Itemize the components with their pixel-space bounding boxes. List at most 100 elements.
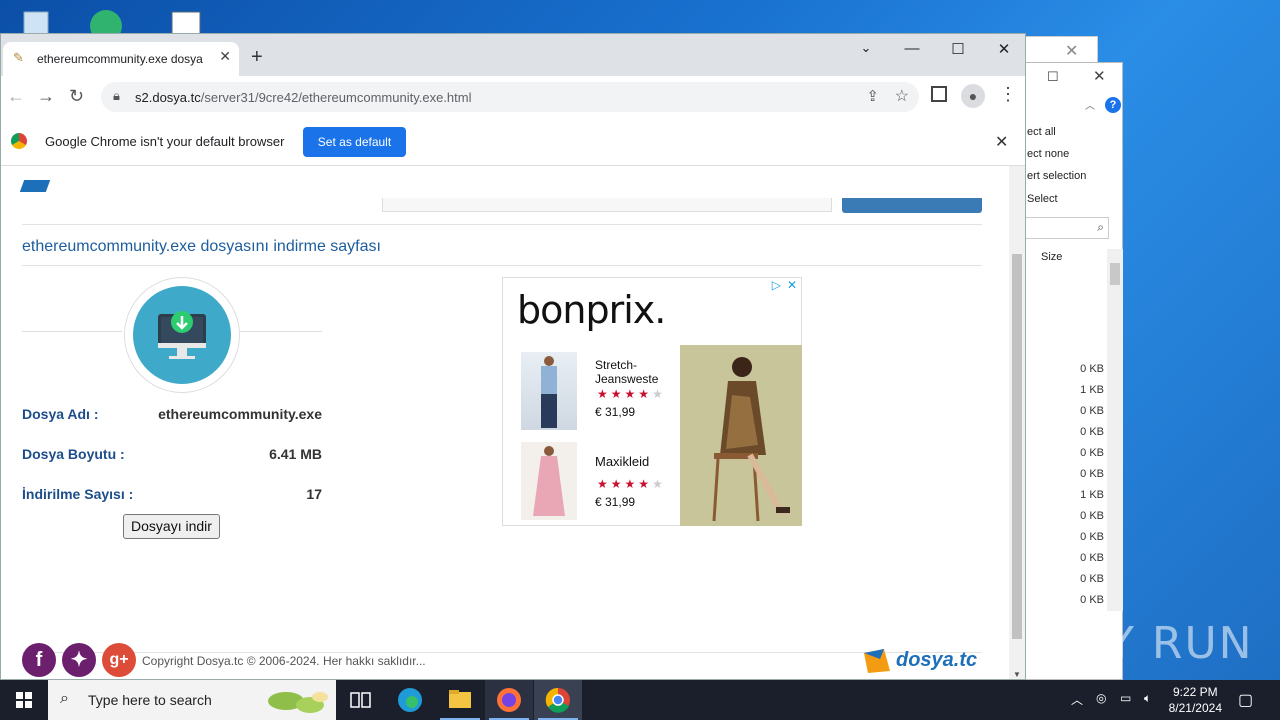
tab-search-icon[interactable]: ⌄ bbox=[843, 40, 889, 56]
reload-icon[interactable]: ↻ bbox=[69, 86, 84, 107]
profile-icon[interactable]: ● bbox=[961, 84, 985, 108]
firefox-icon[interactable] bbox=[485, 680, 533, 720]
tab-active[interactable]: ✎ ethereumcommunity.exe dosya ✕ bbox=[3, 42, 239, 76]
page-scrollbar[interactable]: ▼ bbox=[1009, 166, 1025, 679]
search-placeholder: Type here to search bbox=[88, 692, 212, 708]
task-view-icon[interactable] bbox=[336, 680, 384, 720]
close-icon[interactable]: ✕ bbox=[1065, 41, 1078, 61]
product-price: € 31,99 bbox=[595, 405, 636, 419]
close-tab-icon[interactable]: ✕ bbox=[219, 48, 231, 65]
product-name: Stretch- Jeansweste bbox=[595, 358, 659, 386]
maximize-button[interactable]: ☐ bbox=[935, 40, 981, 58]
rating-stars: ★ ★ ★ ★ ★ bbox=[597, 477, 666, 491]
chrome-taskbar-icon[interactable] bbox=[534, 680, 582, 720]
adchoices-icon[interactable]: ▷ bbox=[772, 278, 781, 292]
url-text[interactable]: s2.dosya.tc/server31/9cre42/ethereumcomm… bbox=[135, 90, 471, 105]
rating-stars: ★ ★ ★ ★ ★ bbox=[597, 387, 666, 401]
file-name-label: Dosya Adı : bbox=[22, 406, 99, 422]
explorer-window: ☐ ✕ ︿ ? ect all ect none ert selection S… bbox=[1020, 62, 1123, 680]
document-desktop-icon[interactable] bbox=[168, 4, 204, 35]
menu-select-none[interactable]: ect none bbox=[1027, 148, 1069, 160]
file-size-cell: 0 KB bbox=[1080, 426, 1104, 438]
bookmark-star-icon[interactable]: ☆ bbox=[895, 86, 909, 106]
ad-model-image[interactable] bbox=[680, 345, 802, 526]
page-content: ethereumcommunity.exe dosyasını indirme … bbox=[11, 166, 993, 674]
site-logo[interactable] bbox=[19, 180, 51, 192]
product-name: Maxikleid bbox=[595, 454, 650, 469]
product-image[interactable] bbox=[521, 352, 577, 430]
default-browser-infobar: Google Chrome isn't your default browser… bbox=[1, 118, 1025, 166]
ad-banner[interactable]: ▷ ✕ bonprix. Stretch- Jeansweste ★ ★ ★ ★ ★ € … bbox=[502, 277, 802, 526]
favicon-icon: ✎ bbox=[13, 50, 24, 65]
site-login-button[interactable] bbox=[842, 198, 982, 213]
copyright: Copyright Dosya.tc © 2006-2024. Her hakk… bbox=[142, 654, 426, 668]
file-size-value: 6.41 MB bbox=[269, 446, 322, 462]
scroll-thumb[interactable] bbox=[1110, 263, 1120, 285]
close-icon[interactable]: ✕ bbox=[1093, 67, 1106, 85]
chevron-up-icon[interactable]: ︿ bbox=[1071, 691, 1083, 708]
edge-icon[interactable] bbox=[386, 680, 434, 720]
file-size-cell: 0 KB bbox=[1080, 363, 1104, 375]
download-count-value: 17 bbox=[306, 486, 322, 502]
download-file-button[interactable]: Dosyayı indir bbox=[123, 514, 220, 539]
search-input[interactable]: ⌕ bbox=[1025, 217, 1109, 239]
star-icon: ★ bbox=[610, 387, 622, 401]
file-size-cell: 0 KB bbox=[1080, 468, 1104, 480]
menu-invert-selection[interactable]: ert selection bbox=[1027, 170, 1086, 182]
column-header-size[interactable]: Size bbox=[1041, 251, 1062, 263]
minimize-button[interactable]: — bbox=[889, 40, 935, 57]
scrollbar[interactable] bbox=[1107, 249, 1123, 611]
network-icon[interactable]: ▭ bbox=[1120, 691, 1131, 705]
tab-title: ethereumcommunity.exe dosya bbox=[37, 52, 203, 66]
star-icon: ★ bbox=[597, 477, 608, 491]
googleplus-icon[interactable]: g+ bbox=[102, 643, 136, 677]
clock-time: 9:22 PM bbox=[1172, 685, 1218, 699]
menu-select-all[interactable]: ect all bbox=[1027, 126, 1056, 138]
footer: f ✦ g+ Copyright Dosya.tc © 2006-2024. H… bbox=[11, 625, 993, 677]
close-infobar-icon[interactable]: ✕ bbox=[995, 132, 1008, 152]
clock[interactable]: 9:22 PM 8/21/2024 bbox=[1169, 684, 1222, 716]
meet-now-icon[interactable]: ◎ bbox=[1096, 691, 1106, 705]
menu-select: Select bbox=[1027, 193, 1058, 205]
divider bbox=[22, 265, 982, 266]
ad-brand: bonprix. bbox=[517, 288, 666, 332]
forward-icon[interactable]: → bbox=[37, 86, 55, 107]
start-button[interactable] bbox=[0, 680, 48, 720]
notification-icon[interactable]: ▢ bbox=[1238, 690, 1253, 710]
back-icon[interactable]: ← bbox=[7, 86, 25, 107]
chevron-up-icon[interactable]: ︿ bbox=[1085, 97, 1095, 112]
volume-icon[interactable]: 🔈︎ bbox=[1144, 691, 1151, 706]
star-icon: ★ bbox=[652, 387, 663, 401]
footer-logo[interactable]: dosya.tc bbox=[862, 645, 982, 675]
page-title: ethereumcommunity.exe dosyasını indirme … bbox=[22, 238, 381, 255]
search-icon: ⌕ bbox=[60, 690, 69, 707]
scroll-down-icon[interactable]: ▼ bbox=[1013, 670, 1021, 679]
side-panel-icon[interactable] bbox=[931, 86, 947, 102]
help-icon[interactable]: ? bbox=[1105, 97, 1121, 113]
new-tab-button[interactable]: + bbox=[251, 46, 263, 69]
file-explorer-icon[interactable] bbox=[436, 680, 484, 720]
edge-desktop-icon[interactable] bbox=[88, 4, 124, 42]
share-icon[interactable]: ⇪ bbox=[866, 87, 879, 105]
menu-kebab-icon[interactable]: ⋮ bbox=[999, 84, 1017, 105]
star-icon: ★ bbox=[638, 477, 650, 491]
divider bbox=[22, 224, 982, 225]
address-bar[interactable]: 🔒︎ s2.dosya.tc/server31/9cre42/ethereumc… bbox=[101, 82, 919, 112]
twitter-icon[interactable]: ✦ bbox=[62, 643, 96, 677]
facebook-icon[interactable]: f bbox=[22, 643, 56, 677]
toolbar: ← → ↻ 🔒︎ s2.dosya.tc/server31/9cre42/eth… bbox=[1, 76, 1025, 118]
file-size-cell: 1 KB bbox=[1080, 489, 1104, 501]
close-button[interactable]: ✕ bbox=[981, 40, 1027, 58]
scroll-thumb[interactable] bbox=[1012, 254, 1022, 639]
recycle-bin-icon[interactable] bbox=[18, 4, 54, 35]
taskbar: ⌕ Type here to search ︿ ◎ ▭ 🔈︎ 9:22 PM 8… bbox=[0, 680, 1280, 720]
lock-icon: 🔒︎ bbox=[113, 88, 120, 103]
set-as-default-button[interactable]: Set as default bbox=[303, 127, 406, 157]
chrome-window: ✎ ethereumcommunity.exe dosya ✕ + ⌄ — ☐ … bbox=[0, 33, 1026, 680]
site-nav[interactable] bbox=[382, 198, 832, 212]
tab-strip: ✎ ethereumcommunity.exe dosya ✕ + ⌄ — ☐ … bbox=[1, 34, 1025, 76]
maximize-icon[interactable]: ☐ bbox=[1047, 69, 1059, 85]
close-ad-icon[interactable]: ✕ bbox=[787, 278, 797, 292]
taskbar-search[interactable]: ⌕ Type here to search bbox=[48, 680, 336, 720]
product-image[interactable] bbox=[521, 442, 577, 520]
